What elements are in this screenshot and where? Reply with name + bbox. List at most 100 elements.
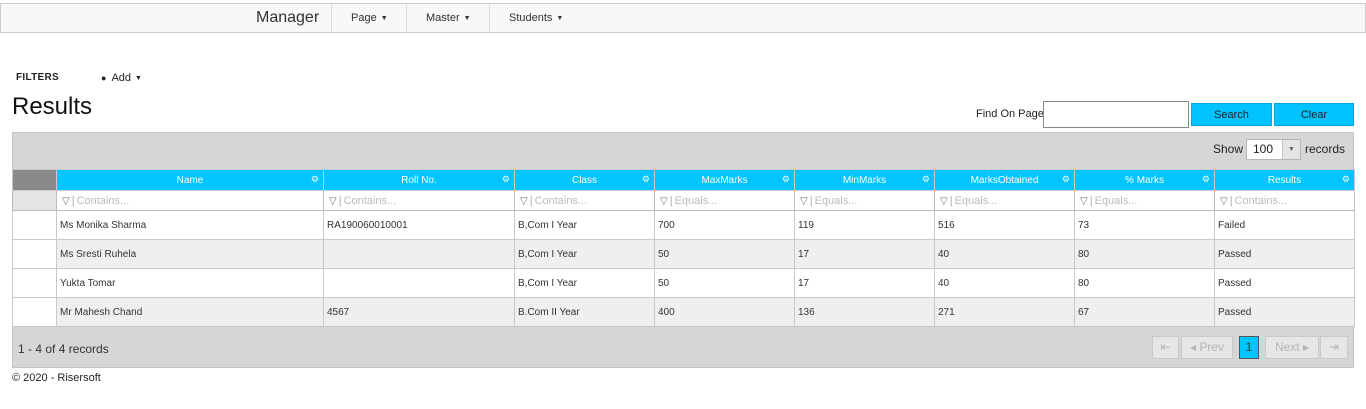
row-selector[interactable] [12, 239, 57, 269]
clear-button[interactable]: Clear [1274, 103, 1354, 126]
gear-icon[interactable]: ⚙ [502, 174, 510, 185]
page-size-select[interactable]: 100 ▼ [1246, 139, 1301, 160]
filter-cell-class[interactable]: ▽ | Contains... [514, 190, 655, 211]
cell-name: Mr Mahesh Chand [56, 297, 324, 327]
last-page-button[interactable]: ⇥ [1320, 336, 1348, 359]
filter-cell-rollno[interactable]: ▽ | Contains... [323, 190, 515, 211]
filter-placeholder: Contains... [1234, 194, 1288, 207]
footer-copyright: © 2020 - Risersoft [12, 372, 101, 384]
caret-down-icon: ▼ [556, 15, 564, 22]
gear-icon[interactable]: ⚙ [922, 174, 930, 185]
column-header-results[interactable]: Results ⚙ [1214, 169, 1355, 191]
filter-placeholder: Equals... [814, 194, 858, 207]
column-header-label: MaxMarks [701, 174, 748, 186]
gear-icon[interactable]: ⚙ [1342, 174, 1350, 185]
cell-maxmarks: 50 [654, 268, 795, 298]
table-row[interactable]: Yukta Tomar B,Com I Year 50 17 40 80 Pas… [12, 268, 1355, 298]
row-selector-header[interactable] [12, 169, 57, 191]
prev-label: Prev [1199, 340, 1225, 354]
cell-class: B,Com I Year [514, 268, 655, 298]
filter-placeholder: Equals... [1094, 194, 1138, 207]
filter-placeholder: Equals... [674, 194, 718, 207]
row-selector[interactable] [12, 210, 57, 240]
filter-icon[interactable]: ▽ [800, 196, 808, 207]
row-selector[interactable] [12, 268, 57, 298]
column-header-minmarks[interactable]: MinMarks ⚙ [794, 169, 935, 191]
caret-down-icon: ▼ [135, 75, 142, 82]
cell-minmarks: 17 [794, 268, 935, 298]
gear-icon[interactable]: ⚙ [642, 174, 650, 185]
cell-marksobtained: 516 [934, 210, 1075, 240]
filter-icon[interactable]: ▽ [329, 196, 337, 207]
column-header-label: Name [176, 174, 204, 186]
cell-percent-marks: 73 [1074, 210, 1215, 240]
menu-master[interactable]: Master ▼ [406, 4, 490, 32]
cell-results: Failed [1214, 210, 1355, 240]
cell-results: Passed [1214, 239, 1355, 269]
find-on-page-input[interactable] [1043, 101, 1189, 128]
chevron-down-icon[interactable]: ▼ [1282, 140, 1300, 159]
gear-icon[interactable]: ⚙ [782, 174, 790, 185]
table-row[interactable]: Mr Mahesh Chand 4567 B.Com II Year 400 1… [12, 297, 1355, 327]
filter-cell-minmarks[interactable]: ▽ | Equals... [794, 190, 935, 211]
first-page-icon: ⇤ [1160, 340, 1171, 354]
cell-results: Passed [1214, 268, 1355, 298]
brand-title[interactable]: Manager [256, 9, 319, 27]
search-button[interactable]: Search [1191, 103, 1272, 126]
column-header-percent-marks[interactable]: % Marks ⚙ [1074, 169, 1215, 191]
filter-placeholder: Contains... [534, 194, 588, 207]
cell-rollno [323, 239, 515, 269]
menu-page[interactable]: Page ▼ [331, 4, 406, 32]
gear-icon[interactable]: ⚙ [1202, 174, 1210, 185]
filter-row-selector [12, 190, 57, 211]
filter-cell-results[interactable]: ▽ | Contains... [1214, 190, 1355, 211]
menu-master-label: Master [426, 12, 460, 24]
filter-cell-percent-marks[interactable]: ▽ | Equals... [1074, 190, 1215, 211]
menu-page-label: Page [351, 12, 377, 24]
filter-cell-name[interactable]: ▽ | Contains... [56, 190, 324, 211]
filter-cell-marksobtained[interactable]: ▽ | Equals... [934, 190, 1075, 211]
column-header-label: Roll No. [401, 174, 437, 186]
gear-icon[interactable]: ⚙ [311, 174, 319, 185]
cell-minmarks: 119 [794, 210, 935, 240]
cell-maxmarks: 50 [654, 239, 795, 269]
gear-icon[interactable]: ⚙ [1062, 174, 1070, 185]
filter-icon[interactable]: ▽ [62, 196, 70, 207]
chevron-right-icon: ▸ [1303, 340, 1310, 354]
column-header-maxmarks[interactable]: MaxMarks ⚙ [654, 169, 795, 191]
cell-percent-marks: 80 [1074, 268, 1215, 298]
column-header-class[interactable]: Class ⚙ [514, 169, 655, 191]
table-row[interactable]: Ms Sresti Ruhela B,Com I Year 50 17 40 8… [12, 239, 1355, 269]
find-on-page-label: Find On Page [976, 108, 1044, 120]
prev-page-button[interactable]: ◂ Prev [1181, 336, 1233, 359]
top-navbar: Manager Page ▼ Master ▼ Students ▼ [0, 3, 1366, 33]
add-filter-menu[interactable]: ● Add ▼ [101, 72, 142, 84]
filter-row: ▽ | Contains... ▽ | Contains... ▽ | Contains..… [12, 190, 1355, 211]
row-selector[interactable] [12, 297, 57, 327]
filter-icon[interactable]: ▽ [660, 196, 668, 207]
column-header-rollno[interactable]: Roll No. ⚙ [323, 169, 515, 191]
filter-icon[interactable]: ▽ [1080, 196, 1088, 207]
next-page-button[interactable]: Next ▸ [1265, 336, 1319, 359]
column-header-name[interactable]: Name ⚙ [56, 169, 324, 191]
menu-students[interactable]: Students ▼ [489, 4, 584, 32]
filter-icon[interactable]: ▽ [520, 196, 528, 207]
cell-class: B,Com I Year [514, 210, 655, 240]
records-label: records [1305, 142, 1346, 156]
filters-label: FILTERS [16, 72, 60, 83]
column-header-label: MarksObtained [970, 174, 1039, 186]
last-page-icon: ⇥ [1328, 340, 1340, 354]
caret-down-icon: ▼ [380, 15, 388, 22]
page-number-button[interactable]: 1 [1239, 336, 1259, 359]
filter-icon[interactable]: ▽ [1220, 196, 1228, 207]
filter-icon[interactable]: ▽ [940, 196, 948, 207]
first-page-button[interactable]: ⇤ [1152, 336, 1179, 359]
cell-class: B.Com II Year [514, 297, 655, 327]
header-row: Name ⚙ Roll No. ⚙ Class ⚙ MaxMarks ⚙ MinMark… [12, 169, 1355, 191]
column-header-marksobtained[interactable]: MarksObtained ⚙ [934, 169, 1075, 191]
filter-cell-maxmarks[interactable]: ▽ | Equals... [654, 190, 795, 211]
cell-marksobtained: 271 [934, 297, 1075, 327]
cell-class: B,Com I Year [514, 239, 655, 269]
table-row[interactable]: Ms Monika Sharma RA190060010001 B,Com I … [12, 210, 1355, 240]
cell-name: Ms Monika Sharma [56, 210, 324, 240]
